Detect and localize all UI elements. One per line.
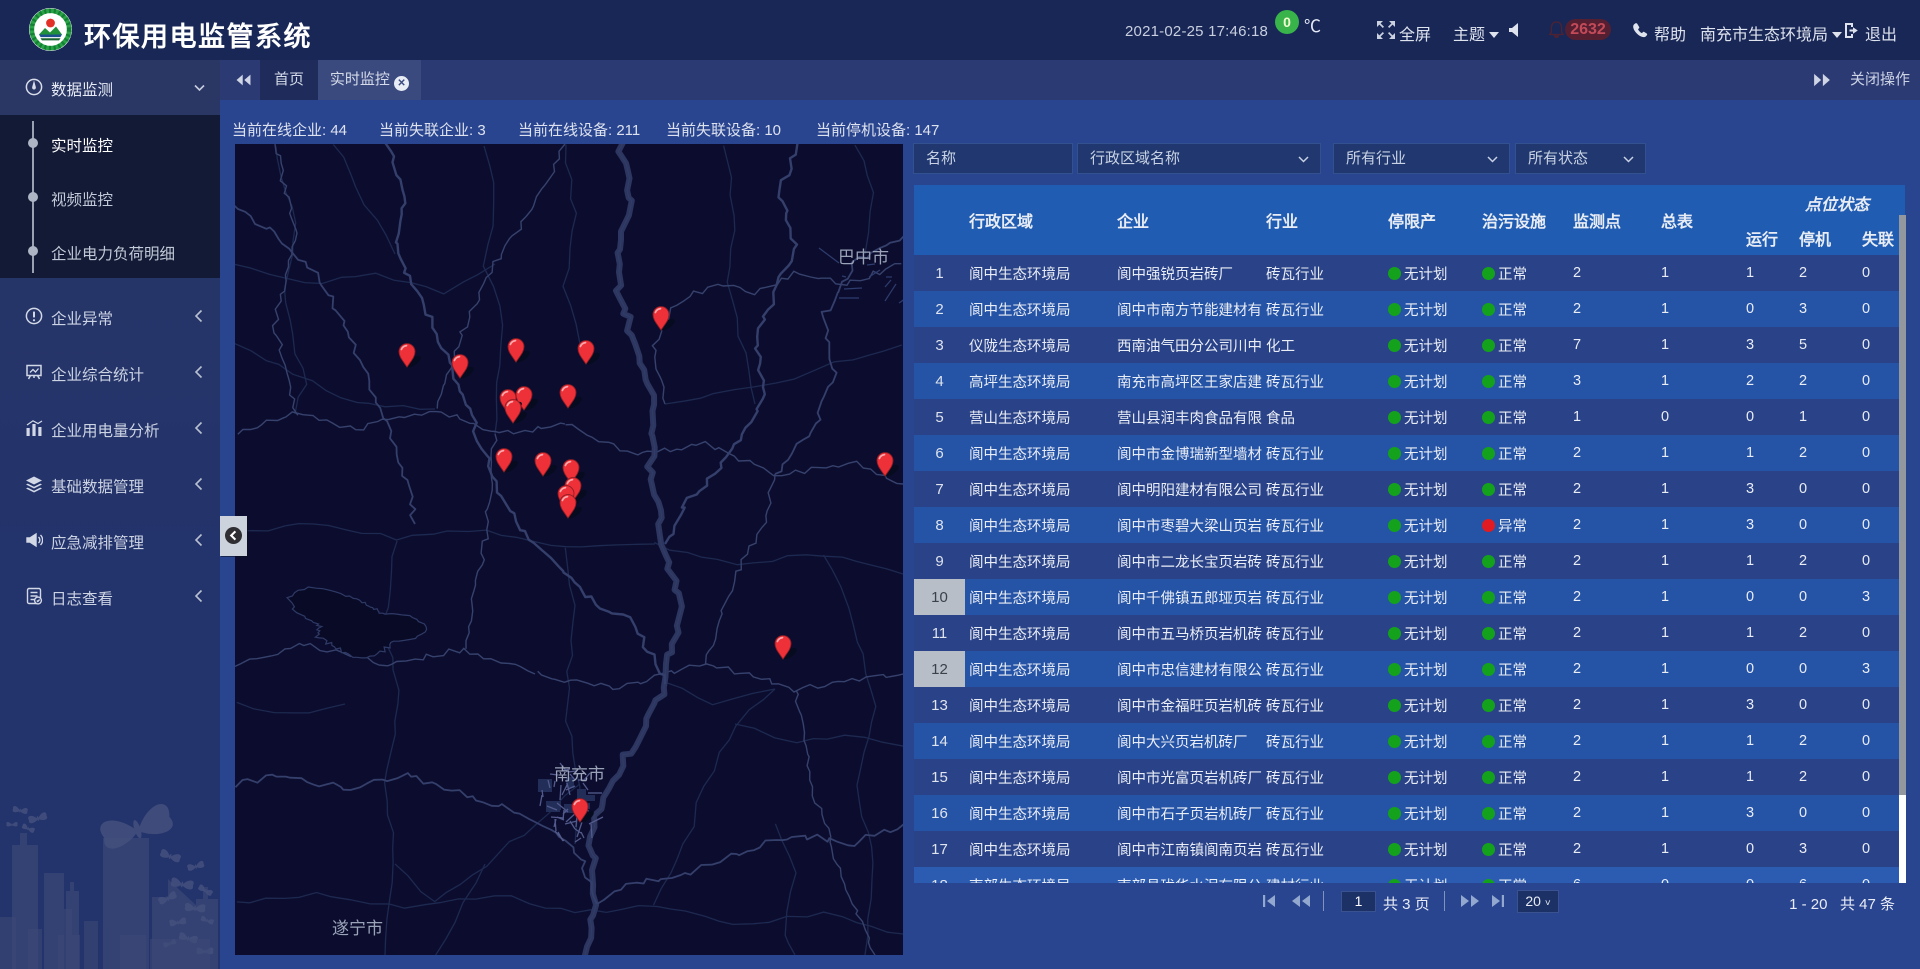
svg-text:遂宁市: 遂宁市: [332, 919, 383, 938]
svg-text:巴中市: 巴中市: [838, 248, 889, 267]
svg-text:南充市: 南充市: [554, 765, 605, 784]
